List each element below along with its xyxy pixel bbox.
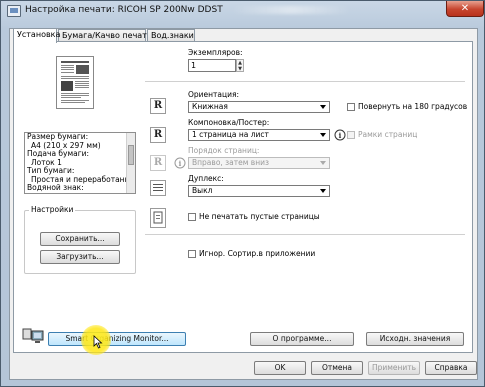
list-scrollbar[interactable] — [126, 133, 135, 193]
duplex-value: Выкл — [192, 186, 213, 195]
page-order-label: Порядок страниц: — [188, 146, 260, 155]
ignore-sort-checkbox[interactable] — [188, 250, 196, 258]
separator — [145, 81, 465, 82]
info-icon[interactable]: i — [174, 157, 186, 169]
restore-defaults-button[interactable]: Исходн. значения — [366, 332, 464, 346]
svg-text:i: i — [179, 159, 182, 168]
apply-button[interactable]: Применить — [368, 361, 420, 375]
page-borders-label: Рамки страниц — [358, 130, 418, 139]
list-item: Водяной знак: — [27, 183, 84, 192]
chevron-down-icon — [320, 189, 326, 193]
tab-panel: Размер бумаги: A4 (210 x 297 мм) Подача … — [13, 41, 473, 353]
layout-icon: R — [150, 127, 166, 143]
skip-blank-pages-checkbox[interactable] — [188, 213, 196, 221]
window-title: Настройка печати: RICOH SP 200Nw DDST — [25, 5, 223, 15]
rotate-180-checkbox[interactable] — [347, 103, 355, 111]
smart-organizing-monitor-button[interactable]: Smart Organizing Monitor... — [48, 332, 186, 346]
page-preview — [56, 56, 94, 109]
ignore-sort-label: Игнор. Сортир.в приложении — [199, 249, 316, 258]
page-order-select[interactable]: Вправо, затем вниз — [188, 157, 330, 169]
spin-down-icon[interactable]: ▼ — [237, 66, 243, 72]
rotate-180-label: Повернуть на 180 градусов — [358, 102, 468, 111]
info-icon[interactable]: i — [334, 129, 346, 141]
scrollbar-thumb[interactable] — [128, 145, 134, 165]
duplex-select[interactable]: Выкл — [188, 185, 330, 197]
print-settings-window: Настройка печати: RICOH SP 200Nw DDST ✕ … — [0, 0, 485, 387]
separator — [145, 234, 465, 235]
orientation-select[interactable]: Книжная — [188, 101, 330, 113]
about-button[interactable]: О программе... — [250, 332, 354, 346]
cursor-pointer-icon — [93, 335, 103, 349]
settings-group-label: Настройки — [29, 205, 76, 214]
blank-page-icon — [150, 208, 166, 228]
page-preview-image — [61, 61, 89, 103]
duplex-icon — [150, 180, 166, 196]
skip-blank-pages-label: Не печатать пустые страницы — [199, 212, 320, 221]
title-bar-blur — [231, 6, 351, 14]
help-button[interactable]: Справка — [425, 361, 477, 375]
svg-text:i: i — [339, 131, 342, 140]
tab-setup[interactable]: Установка — [13, 28, 60, 43]
copies-label: Экземпляров: — [188, 48, 243, 57]
layout-label: Компоновка/Постер: — [188, 118, 270, 127]
title-bar[interactable]: Настройка печати: RICOH SP 200Nw DDST ✕ — [1, 1, 484, 23]
page-borders-checkbox[interactable] — [347, 131, 355, 139]
orientation-icon: R — [150, 98, 166, 114]
chevron-down-icon — [320, 105, 326, 109]
copies-input[interactable]: 1 — [188, 59, 236, 72]
cancel-button[interactable]: Отмена — [311, 361, 363, 375]
save-button[interactable]: Сохранить... — [40, 232, 120, 246]
printer-icon — [7, 5, 21, 17]
chevron-down-icon — [320, 133, 326, 137]
settings-summary-list[interactable]: Размер бумаги: A4 (210 x 297 мм) Подача … — [24, 132, 136, 194]
page-order-icon: R — [150, 155, 166, 171]
monitor-icon — [22, 327, 44, 345]
orientation-value: Книжная — [192, 102, 228, 111]
layout-value: 1 страница на лист — [192, 130, 269, 139]
page-order-value: Вправо, затем вниз — [192, 158, 269, 167]
ok-button[interactable]: OK — [254, 361, 306, 375]
chevron-down-icon — [320, 161, 326, 165]
close-button[interactable]: ✕ — [446, 1, 484, 17]
layout-select[interactable]: 1 страница на лист — [188, 129, 330, 141]
duplex-label: Дуплекс: — [188, 174, 224, 183]
orientation-label: Ориентация: — [188, 90, 240, 99]
load-button[interactable]: Загрузить... — [40, 250, 120, 264]
copies-stepper[interactable]: ▲ ▼ — [236, 59, 244, 72]
